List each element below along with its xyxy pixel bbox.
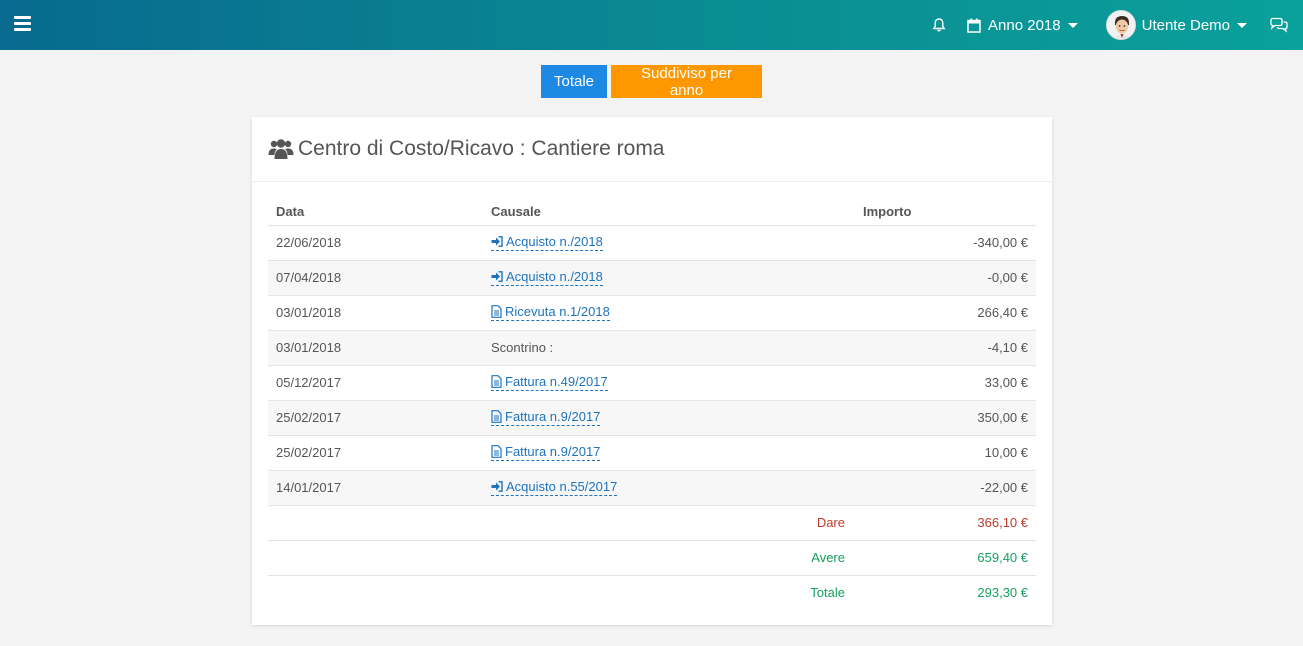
row-date: 03/01/2018 <box>268 330 483 366</box>
year-label: Anno 2018 <box>988 16 1061 34</box>
row-amount: 266,40 € <box>855 295 1036 331</box>
causale-link[interactable]: Fattura n.49/2017 <box>491 374 608 391</box>
chevron-down-icon <box>1067 22 1078 28</box>
users-icon <box>268 139 294 159</box>
totale-value: 293,30 € <box>977 585 1028 601</box>
row-causale: Acquisto n.55/2017 <box>483 470 855 506</box>
document-icon <box>491 410 502 423</box>
table-row: 25/02/2017 Fattura n.9/2017 10,00 € <box>268 435 1036 471</box>
table-row: 03/01/2018 Ricevuta n.1/2018 266,40 € <box>268 295 1036 331</box>
causale-link[interactable]: Fattura n.9/2017 <box>491 444 601 461</box>
row-causale: Fattura n.9/2017 <box>483 435 855 471</box>
avatar <box>1105 10 1136 40</box>
view-toggle-group: Totale Suddiviso per anno <box>541 65 762 99</box>
row-date: 03/01/2018 <box>268 295 483 331</box>
row-date: 25/02/2017 <box>268 435 483 471</box>
column-header-causale: Causale <box>483 199 855 226</box>
table-row: 22/06/2018 Acquisto n./2018 -340,00 € <box>268 225 1036 261</box>
row-date: 22/06/2018 <box>268 225 483 261</box>
notifications-button[interactable] <box>931 0 967 50</box>
causale-link[interactable]: Acquisto n.55/2017 <box>491 479 618 496</box>
row-amount: 350,00 € <box>855 400 1036 436</box>
table-row: 25/02/2017 Fattura n.9/2017 350,00 € <box>268 400 1036 436</box>
table-row: 03/01/2018 Scontrino : -4,10 € <box>268 330 1036 366</box>
causale-link[interactable]: Ricevuta n.1/2018 <box>491 304 610 321</box>
menu-toggle-icon[interactable] <box>14 16 31 31</box>
sign-in-icon <box>491 236 503 247</box>
row-amount: -340,00 € <box>855 225 1036 261</box>
row-causale: Acquisto n./2018 <box>483 225 855 261</box>
document-icon <box>491 445 502 458</box>
calendar-icon <box>967 18 981 33</box>
table-row: 07/04/2018 Acquisto n./2018 -0,00 € <box>268 260 1036 296</box>
sign-in-icon <box>491 481 503 492</box>
table-header-row: Data Causale Importo <box>268 199 1036 226</box>
user-dropdown[interactable]: Utente Demo <box>1105 0 1247 50</box>
cost-center-card: Centro di Costo/Ricavo : Cantiere roma D… <box>252 117 1052 625</box>
row-amount: -22,00 € <box>855 470 1036 506</box>
causale-link[interactable]: Acquisto n./2018 <box>491 269 603 286</box>
document-icon <box>491 305 502 318</box>
row-causale: Ricevuta n.1/2018 <box>483 295 855 331</box>
row-amount: 10,00 € <box>855 435 1036 471</box>
row-amount: -4,10 € <box>855 330 1036 366</box>
dare-label: Dare <box>483 505 855 541</box>
card-title: Centro di Costo/Ricavo : Cantiere roma <box>298 137 665 160</box>
row-date: 07/04/2018 <box>268 260 483 296</box>
row-date: 14/01/2017 <box>268 470 483 506</box>
row-date: 05/12/2017 <box>268 365 483 401</box>
chevron-down-icon <box>1237 22 1247 28</box>
transactions-table: Data Causale Importo 22/06/2018 Acquisto… <box>268 199 1036 610</box>
navbar-right: Anno 2018 Utente Demo <box>931 0 1303 50</box>
dare-value: 366,10 € <box>855 505 1036 541</box>
column-header-importo: Importo <box>855 199 1036 226</box>
column-header-data: Data <box>268 199 483 226</box>
avere-value: 659,40 € <box>855 540 1036 576</box>
totale-button[interactable]: Totale <box>541 65 607 98</box>
summary-row-totale: Totale 293,30 € <box>268 575 1036 610</box>
avere-label: Avere <box>483 540 855 576</box>
row-amount: -0,00 € <box>855 260 1036 296</box>
row-causale: Scontrino : <box>483 330 855 366</box>
totale-label: Totale <box>810 585 845 601</box>
document-icon <box>491 375 502 388</box>
user-name: Utente Demo <box>1141 16 1230 34</box>
summary-row-dare: Dare 366,10 € <box>268 505 1036 541</box>
row-amount: 33,00 € <box>855 365 1036 401</box>
bell-icon <box>932 18 946 32</box>
causale-link[interactable]: Fattura n.9/2017 <box>491 409 601 426</box>
chat-button[interactable] <box>1269 0 1303 50</box>
row-causale: Acquisto n./2018 <box>483 260 855 296</box>
split-by-year-button[interactable]: Suddiviso per anno <box>611 65 762 99</box>
row-causale: Fattura n.9/2017 <box>483 400 855 436</box>
table-row: 05/12/2017 Fattura n.49/2017 33,00 € <box>268 365 1036 401</box>
chat-icon <box>1270 17 1288 33</box>
sign-in-icon <box>491 271 503 282</box>
year-dropdown[interactable]: Anno 2018 <box>967 0 1078 50</box>
card-header: Centro di Costo/Ricavo : Cantiere roma <box>252 117 1052 182</box>
table-row: 14/01/2017 Acquisto n.55/2017 -22,00 € <box>268 470 1036 506</box>
causale-link[interactable]: Acquisto n./2018 <box>491 234 603 251</box>
row-date: 25/02/2017 <box>268 400 483 436</box>
summary-row-avere: Avere 659,40 € <box>268 540 1036 576</box>
top-navbar: Anno 2018 Utente Demo <box>0 0 1303 50</box>
row-causale: Fattura n.49/2017 <box>483 365 855 401</box>
